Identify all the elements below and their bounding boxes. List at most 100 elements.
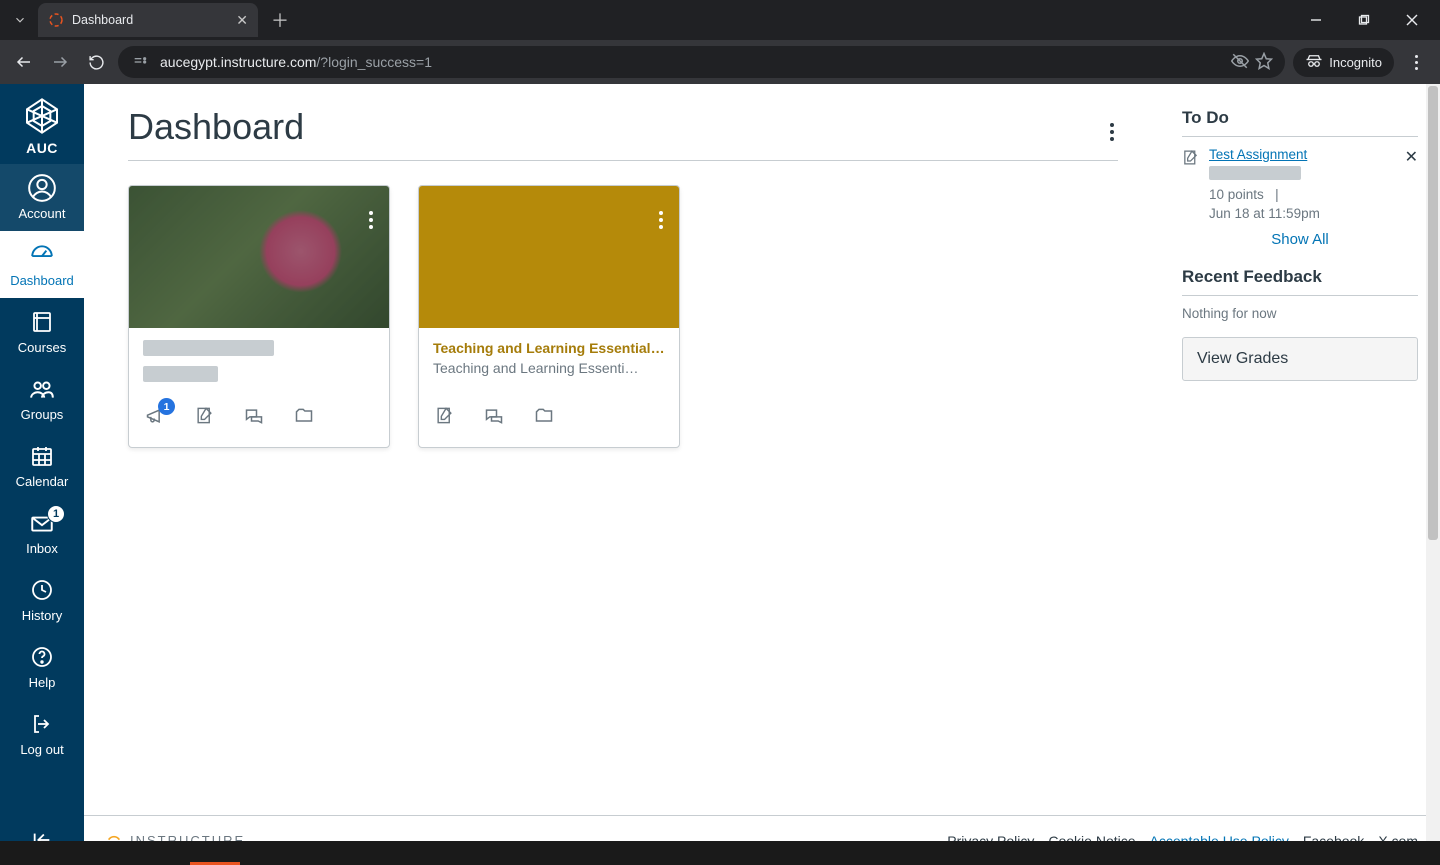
feedback-heading: Recent Feedback (1182, 267, 1418, 296)
announcements-button[interactable]: 1 (145, 406, 165, 431)
tab-search-button[interactable] (6, 6, 34, 34)
avatar-icon (28, 174, 56, 202)
dashboard-main: Dashboard XXXXXXXXXXXXXX XXXXXXXX (84, 84, 1160, 865)
files-button[interactable] (534, 406, 554, 431)
todo-show-all: Show All (1182, 231, 1418, 249)
view-grades-button[interactable]: View Grades (1182, 337, 1418, 381)
right-sidebar: To Do Test Assignment 10 points | Jun 18… (1160, 84, 1440, 865)
help-icon (28, 643, 56, 671)
course-card-grid: XXXXXXXXXXXXXX XXXXXXXX 1 (128, 185, 1118, 448)
todo-due: Jun 18 at 11:59pm (1209, 206, 1400, 221)
course-title-redacted: XXXXXXXXXXXXXX (143, 340, 274, 356)
nav-help[interactable]: Help (0, 633, 84, 700)
nav-groups[interactable]: Groups (0, 365, 84, 432)
todo-item: Test Assignment 10 points | Jun 18 at 11… (1182, 147, 1418, 221)
browser-menu-button[interactable] (1402, 48, 1430, 76)
address-bar[interactable]: aucegypt.instructure.com/?login_success=… (118, 46, 1285, 78)
reload-button[interactable] (82, 48, 110, 76)
tab-close-button[interactable]: ✕ (236, 12, 248, 29)
nav-history-label: History (22, 608, 62, 623)
nav-inbox-label: Inbox (26, 541, 58, 556)
new-tab-button[interactable]: ＋ (266, 6, 294, 34)
tab-favicon-icon (48, 12, 64, 28)
nav-logout[interactable]: Log out (0, 700, 84, 767)
inbox-badge: 1 (47, 505, 65, 523)
institution-logo[interactable]: AUC (0, 84, 84, 164)
assignments-button[interactable] (435, 406, 454, 431)
course-card-actions (419, 400, 679, 447)
course-card-body: XXXXXXXXXXXXXX XXXXXXXX (129, 328, 389, 400)
incognito-icon (1305, 52, 1323, 73)
eye-off-icon[interactable] (1231, 52, 1249, 73)
scrollbar[interactable] (1426, 84, 1440, 841)
nav-dashboard[interactable]: Dashboard (0, 231, 84, 298)
logout-icon (28, 710, 56, 738)
back-button[interactable] (10, 48, 38, 76)
nav-history[interactable]: History (0, 566, 84, 633)
course-card[interactable]: XXXXXXXXXXXXXX XXXXXXXX 1 (128, 185, 390, 448)
url-text: aucegypt.instructure.com/?login_success=… (160, 54, 1221, 70)
nav-logout-label: Log out (20, 742, 63, 757)
window-close-button[interactable] (1390, 4, 1434, 36)
announcements-badge: 1 (158, 398, 175, 415)
page-viewport: AUC Account Dashboard Courses Groups Cal… (0, 84, 1440, 865)
page-header: Dashboard (128, 106, 1118, 161)
course-subtitle: Teaching and Learning Essenti… (433, 360, 665, 376)
global-nav: AUC Account Dashboard Courses Groups Cal… (0, 84, 84, 865)
nav-dashboard-label: Dashboard (10, 273, 74, 288)
browser-tab[interactable]: Dashboard ✕ (38, 3, 258, 37)
nav-account-label: Account (19, 206, 66, 221)
groups-icon (28, 375, 56, 403)
courses-icon (28, 308, 56, 336)
window-maximize-button[interactable] (1342, 4, 1386, 36)
bookmark-star-icon[interactable] (1255, 52, 1273, 73)
todo-dismiss-button[interactable]: ✕ (1405, 147, 1418, 167)
calendar-icon (28, 442, 56, 470)
course-card-hero (129, 186, 389, 328)
files-button[interactable] (294, 406, 314, 431)
todo-heading: To Do (1182, 108, 1418, 137)
course-sub-redacted: XXXXXXXX (143, 366, 218, 382)
nav-courses[interactable]: Courses (0, 298, 84, 365)
incognito-label: Incognito (1329, 55, 1382, 70)
tab-title: Dashboard (72, 13, 133, 27)
assignment-icon (1182, 147, 1199, 221)
course-card-body: Teaching and Learning Essentials f… Teac… (419, 328, 679, 400)
course-card-hero (419, 186, 679, 328)
course-card-menu-button[interactable] (363, 196, 379, 235)
forward-button[interactable] (46, 48, 74, 76)
course-card-actions: 1 (129, 400, 389, 447)
auc-logo-icon (22, 96, 62, 136)
nav-calendar-label: Calendar (16, 474, 69, 489)
tab-strip: Dashboard ✕ ＋ (0, 0, 1440, 40)
incognito-badge[interactable]: Incognito (1293, 48, 1394, 77)
nav-calendar[interactable]: Calendar (0, 432, 84, 499)
dashboard-options-button[interactable] (1106, 110, 1118, 145)
todo-course-redacted (1209, 166, 1301, 180)
discussions-button[interactable] (484, 406, 504, 431)
course-card[interactable]: Teaching and Learning Essentials f… Teac… (418, 185, 680, 448)
site-info-icon[interactable] (130, 52, 150, 72)
nav-courses-label: Courses (18, 340, 66, 355)
nav-account[interactable]: Account (0, 164, 84, 231)
show-all-link[interactable]: Show All (1271, 231, 1329, 248)
course-card-menu-button[interactable] (653, 196, 669, 235)
history-icon (28, 576, 56, 604)
feedback-empty-text: Nothing for now (1182, 306, 1418, 321)
browser-toolbar: aucegypt.instructure.com/?login_success=… (0, 40, 1440, 84)
main-region: Dashboard XXXXXXXXXXXXXX XXXXXXXX (84, 84, 1440, 865)
todo-meta: 10 points | (1209, 187, 1400, 202)
dashboard-icon (28, 241, 56, 269)
todo-link[interactable]: Test Assignment (1209, 147, 1307, 162)
nav-inbox[interactable]: 1 Inbox (0, 499, 84, 566)
window-controls (1294, 4, 1440, 36)
nav-help-label: Help (29, 675, 56, 690)
discussions-button[interactable] (244, 406, 264, 431)
window-minimize-button[interactable] (1294, 4, 1338, 36)
page-title: Dashboard (128, 106, 304, 148)
assignments-button[interactable] (195, 406, 214, 431)
os-taskbar (0, 841, 1440, 865)
course-title: Teaching and Learning Essentials f… (433, 340, 665, 356)
browser-chrome: Dashboard ✕ ＋ aucegypt.instructure.com/?… (0, 0, 1440, 84)
nav-groups-label: Groups (21, 407, 64, 422)
